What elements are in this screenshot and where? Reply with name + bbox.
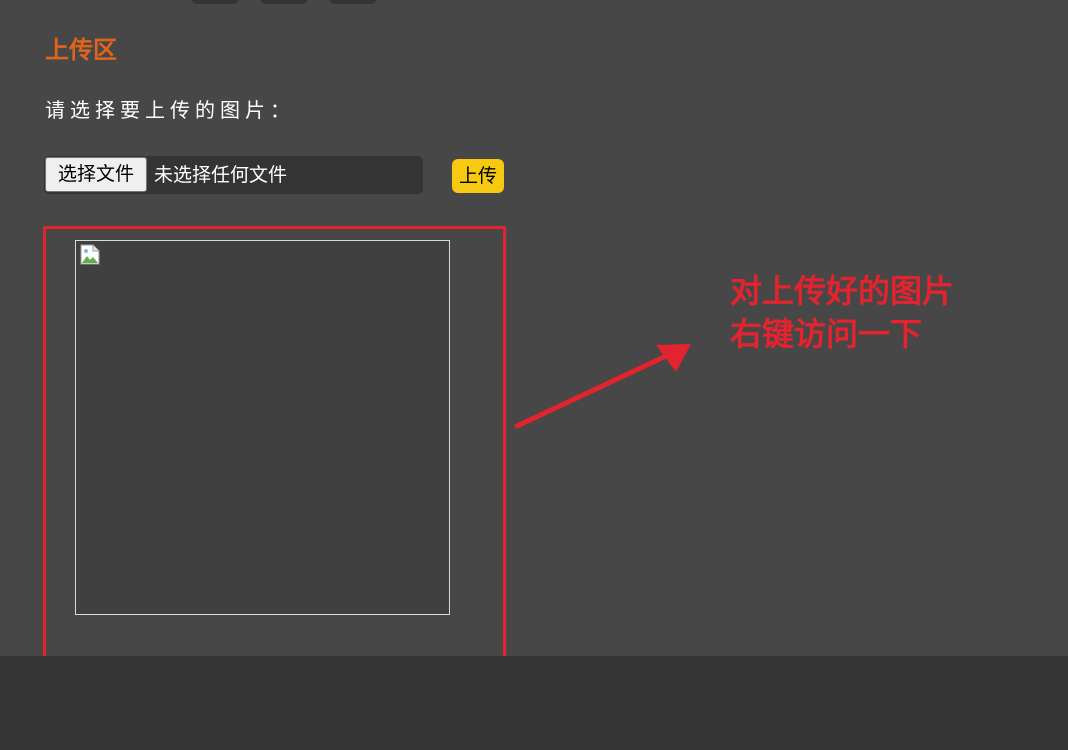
section-title: 上传区 bbox=[45, 36, 117, 64]
upload-prompt: 请选择要上传的图片： bbox=[45, 98, 295, 122]
annotation-highlight-box bbox=[43, 226, 506, 689]
file-input[interactable]: 选择文件 未选择任何文件 bbox=[44, 156, 423, 194]
file-status-text: 未选择任何文件 bbox=[154, 164, 288, 186]
annotation-text: 对上传好的图片 右键访问一下 bbox=[730, 270, 954, 356]
choose-file-button[interactable]: 选择文件 bbox=[45, 157, 147, 192]
upload-button[interactable]: 上传 bbox=[452, 159, 504, 193]
top-nav-tab-1[interactable] bbox=[192, 0, 238, 4]
page-footer bbox=[0, 656, 1068, 750]
top-nav-tab-3[interactable] bbox=[330, 0, 376, 4]
annotation-line-2: 右键访问一下 bbox=[730, 315, 923, 353]
annotation-line-1: 对上传好的图片 bbox=[730, 272, 955, 310]
top-nav-tab-2[interactable] bbox=[261, 0, 307, 4]
